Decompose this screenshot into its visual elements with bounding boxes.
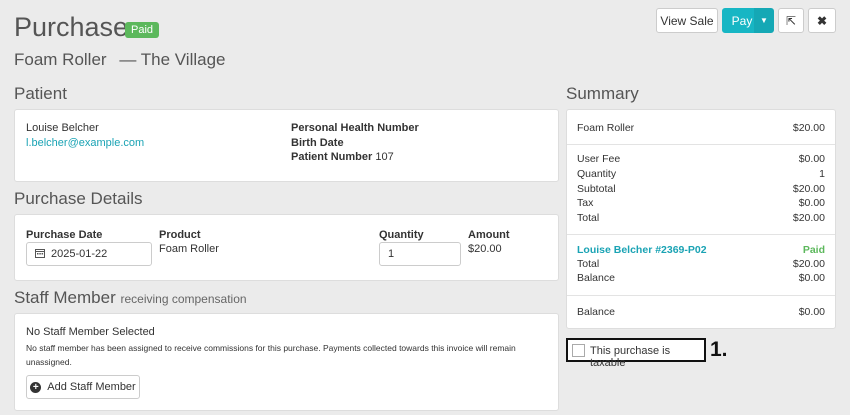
invoice-total-row: Total $20.00 bbox=[577, 258, 825, 270]
summary-panel: Foam Roller $20.00 User Fee $0.00 Quanti… bbox=[566, 109, 836, 329]
pay-dropdown-caret-icon[interactable]: ▼ bbox=[754, 8, 774, 33]
summary-quantity-label: Quantity bbox=[577, 168, 617, 180]
invoice-balance-label: Balance bbox=[577, 272, 615, 284]
user-fee-value: $0.00 bbox=[798, 153, 825, 165]
summary-item-name: Foam Roller bbox=[577, 122, 635, 134]
subtotal-value: $20.00 bbox=[792, 183, 825, 195]
summary-divider bbox=[567, 295, 835, 296]
subtotal-label: Subtotal bbox=[577, 183, 616, 195]
tax-label: Tax bbox=[577, 197, 594, 209]
purchase-date-input[interactable]: 2025-01-22 bbox=[26, 242, 152, 266]
close-icon[interactable]: ✖ bbox=[808, 8, 836, 33]
step-marker: 1. bbox=[710, 338, 728, 361]
tax-value: $0.00 bbox=[798, 197, 825, 209]
user-fee-label: User Fee bbox=[577, 153, 621, 165]
balance-label: Balance bbox=[577, 306, 615, 318]
invoice-row: Louise Belcher #2369-P02 Paid bbox=[577, 244, 825, 256]
page-subtitle: Foam Roller — The Village bbox=[14, 50, 226, 70]
patient-number-label: Patient Number bbox=[291, 151, 373, 163]
staff-section-title: Staff Member receiving compensation bbox=[14, 288, 247, 308]
summary-total-row: Total $20.00 bbox=[577, 212, 825, 224]
product-name: Foam Roller bbox=[14, 50, 107, 69]
quantity-input[interactable]: 1 bbox=[379, 242, 461, 266]
invoice-balance-value: $0.00 bbox=[798, 272, 825, 284]
staff-subtitle: receiving compensation bbox=[120, 292, 247, 306]
taxable-checkbox[interactable] bbox=[572, 344, 585, 357]
plus-circle-icon: + bbox=[30, 381, 42, 393]
taxable-label[interactable]: This purchase is taxable bbox=[590, 345, 704, 369]
invoice-total-value: $20.00 bbox=[792, 258, 825, 270]
amount-label: Amount bbox=[468, 229, 510, 241]
purchase-details-panel: Purchase Date 2025-01-22 Product Foam Ro… bbox=[14, 214, 559, 281]
patient-section-title: Patient bbox=[14, 84, 67, 103]
invoice-total-label: Total bbox=[577, 258, 600, 270]
balance-row: Balance $0.00 bbox=[577, 306, 825, 318]
share-icon[interactable]: ⇱ bbox=[778, 8, 804, 33]
summary-section-title: Summary bbox=[566, 84, 639, 103]
total-value: $20.00 bbox=[792, 212, 825, 224]
add-staff-label: Add Staff Member bbox=[47, 381, 136, 393]
purchase-date-value: 2025-01-22 bbox=[51, 248, 108, 260]
summary-quantity-value: 1 bbox=[819, 168, 825, 180]
summary-subtotal-row: Subtotal $20.00 bbox=[577, 183, 825, 195]
birth-date-label: Birth Date bbox=[291, 137, 344, 149]
staff-title: Staff Member bbox=[14, 288, 116, 307]
summary-item-amount: $20.00 bbox=[792, 122, 825, 134]
phn-label: Personal Health Number bbox=[291, 122, 419, 134]
balance-value: $0.00 bbox=[798, 306, 825, 318]
purchase-date-label: Purchase Date bbox=[26, 229, 103, 241]
page-title: Purchase bbox=[14, 12, 129, 42]
purchase-details-title: Purchase Details bbox=[14, 189, 143, 208]
total-label: Total bbox=[577, 212, 600, 224]
patient-number-value: 107 bbox=[375, 151, 394, 163]
summary-divider bbox=[567, 234, 835, 235]
location-name: — The Village bbox=[119, 50, 226, 69]
amount-value: $20.00 bbox=[468, 243, 502, 255]
add-staff-member-button[interactable]: + Add Staff Member bbox=[26, 375, 140, 399]
summary-divider bbox=[567, 144, 835, 145]
taxable-checkbox-row[interactable]: This purchase is taxable bbox=[566, 338, 706, 369]
summary-user-fee-row: User Fee $0.00 bbox=[577, 153, 825, 165]
view-sale-button[interactable]: View Sale bbox=[656, 8, 718, 33]
patient-panel: Louise Belcher l.belcher@example.com Per… bbox=[14, 109, 559, 182]
patient-name: Louise Belcher bbox=[26, 122, 99, 134]
invoice-balance-row: Balance $0.00 bbox=[577, 272, 825, 284]
patient-email-link[interactable]: l.belcher@example.com bbox=[26, 137, 144, 149]
quantity-label: Quantity bbox=[379, 229, 424, 241]
product-label: Product bbox=[159, 229, 201, 241]
summary-tax-row: Tax $0.00 bbox=[577, 197, 825, 209]
summary-quantity-row: Quantity 1 bbox=[577, 168, 825, 180]
summary-item-row: Foam Roller $20.00 bbox=[577, 122, 825, 134]
no-staff-description: No staff member has been assigned to rec… bbox=[26, 343, 516, 367]
invoice-link[interactable]: Louise Belcher #2369-P02 bbox=[577, 244, 707, 256]
calendar-icon bbox=[35, 248, 45, 261]
product-value: Foam Roller bbox=[159, 243, 219, 255]
status-badge: Paid bbox=[125, 22, 160, 38]
no-staff-heading: No Staff Member Selected bbox=[26, 326, 155, 338]
patient-number-row: Patient Number 107 bbox=[291, 151, 394, 163]
invoice-status: Paid bbox=[802, 244, 825, 256]
